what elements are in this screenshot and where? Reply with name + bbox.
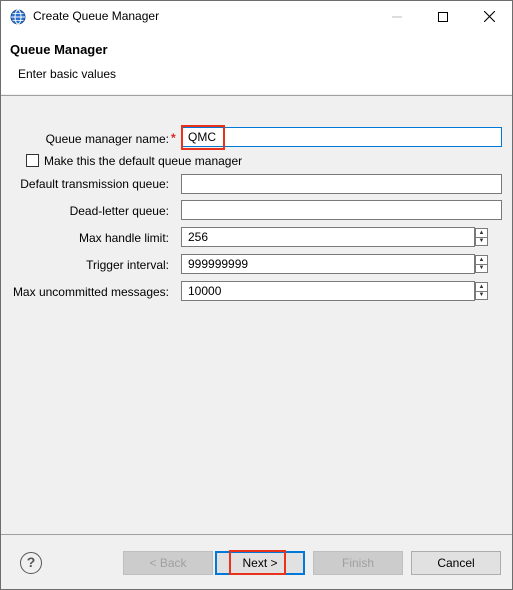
dlq-input[interactable] — [181, 200, 502, 220]
trigger-interval-input[interactable]: 999999999 — [181, 254, 475, 274]
max-uncommitted-label: Max uncommitted messages: — [12, 285, 169, 299]
default-qm-label[interactable]: Make this the default queue manager — [44, 154, 242, 168]
minimize-button[interactable] — [374, 1, 420, 32]
trigger-interval-spinner[interactable]: ▲ ▼ — [475, 255, 488, 273]
qm-name-input[interactable]: QMC — [181, 127, 502, 147]
globe-icon — [10, 9, 26, 25]
close-icon — [483, 11, 495, 22]
next-highlight — [229, 550, 286, 575]
cancel-button[interactable]: Cancel — [411, 551, 501, 575]
minimize-icon — [392, 16, 402, 17]
qm-name-highlight — [181, 125, 225, 150]
default-qm-checkbox[interactable] — [26, 154, 39, 167]
xmit-queue-label: Default transmission queue: — [20, 177, 169, 191]
qm-name-label-text: Queue manager name: — [45, 132, 169, 146]
maximize-button[interactable] — [420, 1, 466, 32]
max-handle-input[interactable]: 256 — [181, 227, 475, 247]
page-subtitle: Enter basic values — [18, 67, 117, 81]
back-button[interactable]: < Back — [123, 551, 213, 575]
xmit-queue-input[interactable] — [181, 174, 502, 194]
max-handle-label: Max handle limit: — [78, 231, 169, 245]
max-uncommitted-spinner[interactable]: ▲ ▼ — [475, 282, 488, 300]
trigger-interval-label: Trigger interval: — [86, 258, 169, 272]
window-title: Create Queue Manager — [33, 9, 160, 23]
spin-down-icon[interactable]: ▼ — [476, 237, 487, 245]
divider — [1, 534, 512, 535]
help-button[interactable]: ? — [20, 552, 42, 574]
page-title: Queue Manager — [10, 42, 108, 57]
required-marker: * — [171, 131, 176, 145]
spin-down-icon[interactable]: ▼ — [476, 264, 487, 272]
divider — [1, 95, 512, 96]
create-queue-manager-dialog: Create Queue Manager Queue Manager Enter… — [0, 0, 513, 590]
wizard-banner: Queue Manager Enter basic values — [1, 32, 512, 94]
finish-button[interactable]: Finish — [313, 551, 403, 575]
spin-down-icon[interactable]: ▼ — [476, 291, 487, 299]
max-uncommitted-input[interactable]: 10000 — [181, 281, 475, 301]
close-button[interactable] — [466, 1, 512, 32]
maximize-icon — [438, 11, 448, 22]
dlq-label: Dead-letter queue: — [69, 204, 169, 218]
title-bar: Create Queue Manager — [1, 1, 512, 32]
max-handle-spinner[interactable]: ▲ ▼ — [475, 228, 488, 246]
qm-name-label: Queue manager name: — [11, 132, 169, 146]
